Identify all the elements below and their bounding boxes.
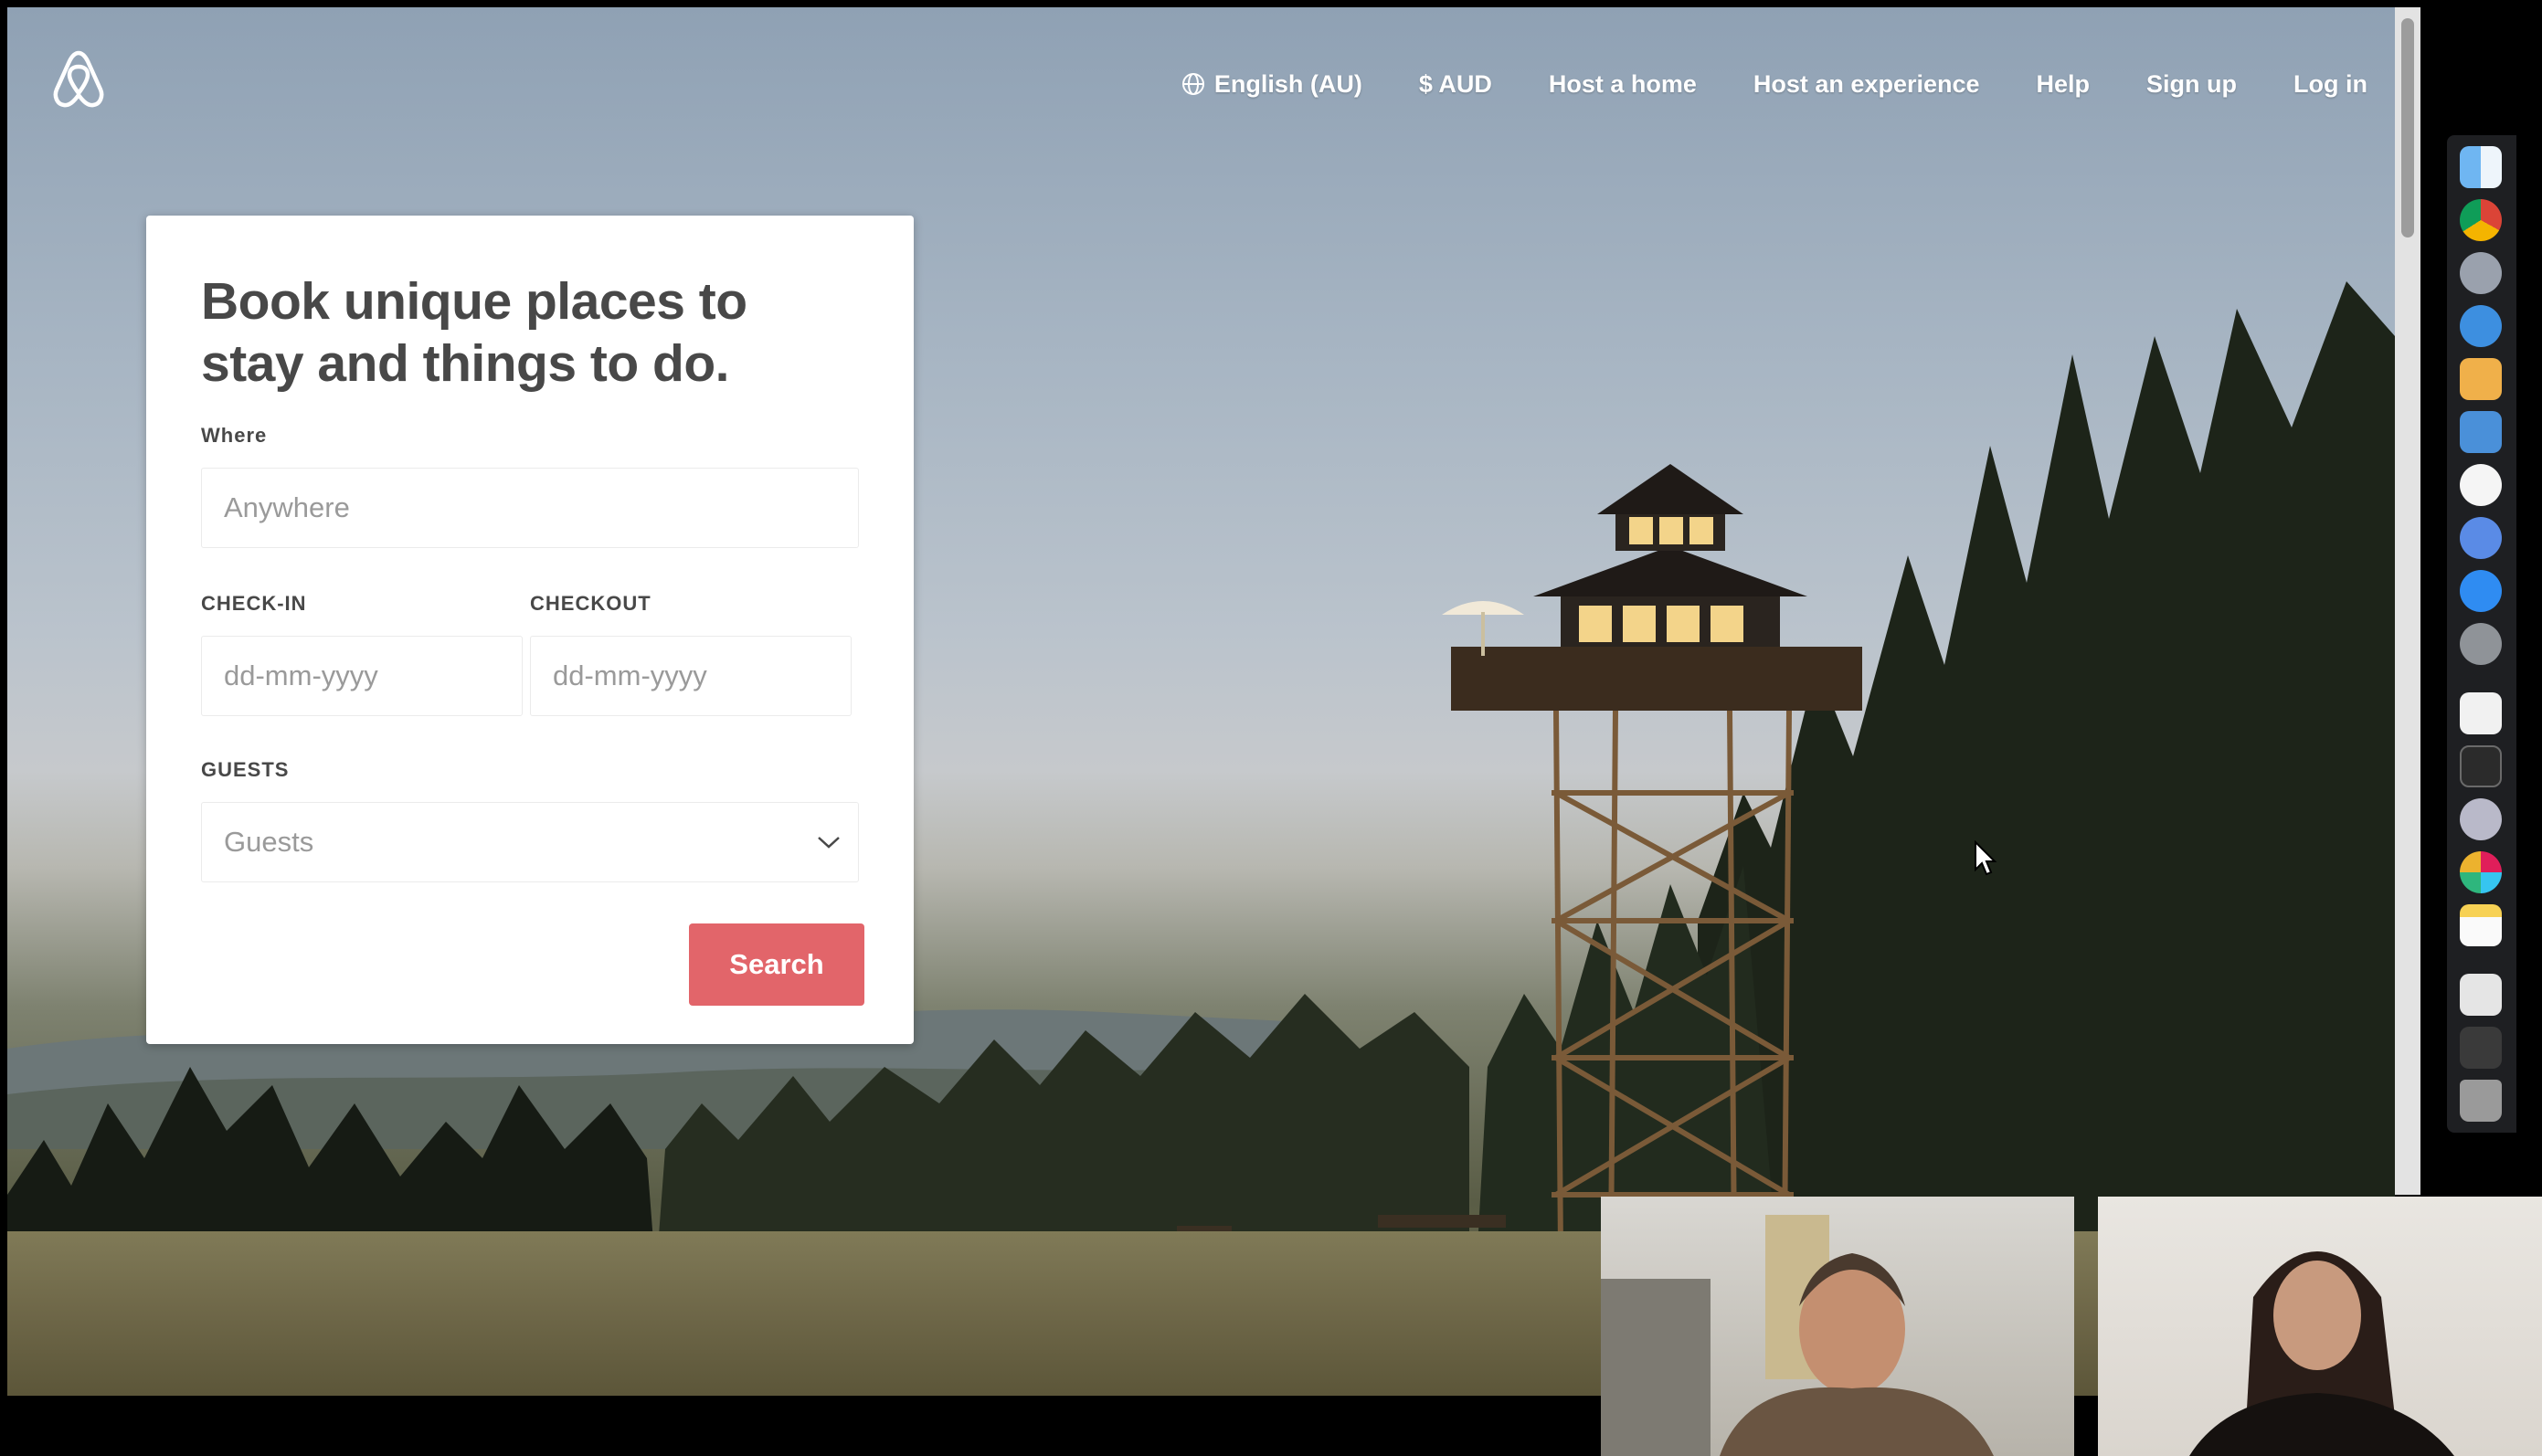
preview-icon[interactable] [2460,974,2502,1016]
search-button[interactable]: Search [689,923,864,1006]
guests-select[interactable]: Guests [201,802,859,882]
mouse-cursor-icon [1975,840,1997,876]
language-label: English (AU) [1213,69,1362,98]
stickies-icon[interactable] [2460,358,2502,400]
siri-icon[interactable] [2460,517,2502,559]
booking-card: Book unique places to stay and things to… [146,216,914,1044]
checkin-placeholder: dd-mm-yyyy [224,659,378,691]
where-label: Where [201,424,268,447]
host-home-link[interactable]: Host a home [1549,70,1697,99]
globe-icon [1181,73,1204,95]
safari-icon[interactable] [2460,305,2502,347]
signup-link[interactable]: Sign up [2146,70,2237,99]
card-headline: Book unique places to stay and things to… [201,272,747,393]
terminal-icon[interactable] [2460,745,2502,787]
airbnb-logo-icon[interactable] [49,47,108,111]
finder-icon[interactable] [2460,146,2502,188]
itunes-icon[interactable] [2460,464,2502,506]
checkout-label: CHECKOUT [530,592,651,615]
top-nav: English (AU) $ AUD Host a home Host an e… [1125,66,2367,102]
where-placeholder: Anywhere [224,491,350,523]
checkout-input[interactable]: dd-mm-yyyy [530,636,852,716]
textedit-icon[interactable] [2460,692,2502,734]
page-scrollbar[interactable] [2395,7,2420,1195]
guests-label: GUESTS [201,758,290,781]
checkin-group: CHECK-IN dd-mm-yyyy [201,592,530,716]
currency-selector[interactable]: $ AUD [1419,70,1492,99]
checkout-placeholder: dd-mm-yyyy [553,659,707,691]
participant-1-feed [1601,1215,1994,1456]
folder-icon[interactable] [2460,1027,2502,1069]
launchpad-icon[interactable] [2460,252,2502,294]
trash-icon[interactable] [2460,1080,2502,1122]
where-input[interactable]: Anywhere [201,468,859,548]
video-participant-1 [1601,1197,2074,1456]
notes-icon[interactable] [2460,904,2502,946]
video-participant-2 [2098,1197,2542,1456]
language-selector[interactable]: English (AU) [1181,70,1362,99]
system-preferences-icon[interactable] [2460,623,2502,665]
participant-2-feed [2189,1251,2454,1456]
app-store-icon[interactable] [2460,570,2502,612]
slack-icon[interactable] [2460,851,2502,893]
checkin-label: CHECK-IN [201,592,307,615]
date-fields: CHECK-IN dd-mm-yyyy CHECKOUT dd-mm-yyyy [201,592,859,716]
mac-dock [2447,135,2516,1133]
host-experience-link[interactable]: Host an experience [1753,70,1980,99]
help-link[interactable]: Help [2037,70,2091,99]
keynote-icon[interactable] [2460,411,2502,453]
login-link[interactable]: Log in [2293,70,2367,99]
checkin-input[interactable]: dd-mm-yyyy [201,636,523,716]
chevron-down-icon [818,837,840,849]
scrollbar-thumb[interactable] [2401,18,2414,237]
browser-page: English (AU) $ AUD Host a home Host an e… [7,7,2395,1396]
guests-value: Guests [224,826,314,858]
chrome-icon[interactable] [2460,199,2502,241]
checkout-group: CHECKOUT dd-mm-yyyy [530,592,859,716]
photo-booth-icon[interactable] [2460,798,2502,840]
